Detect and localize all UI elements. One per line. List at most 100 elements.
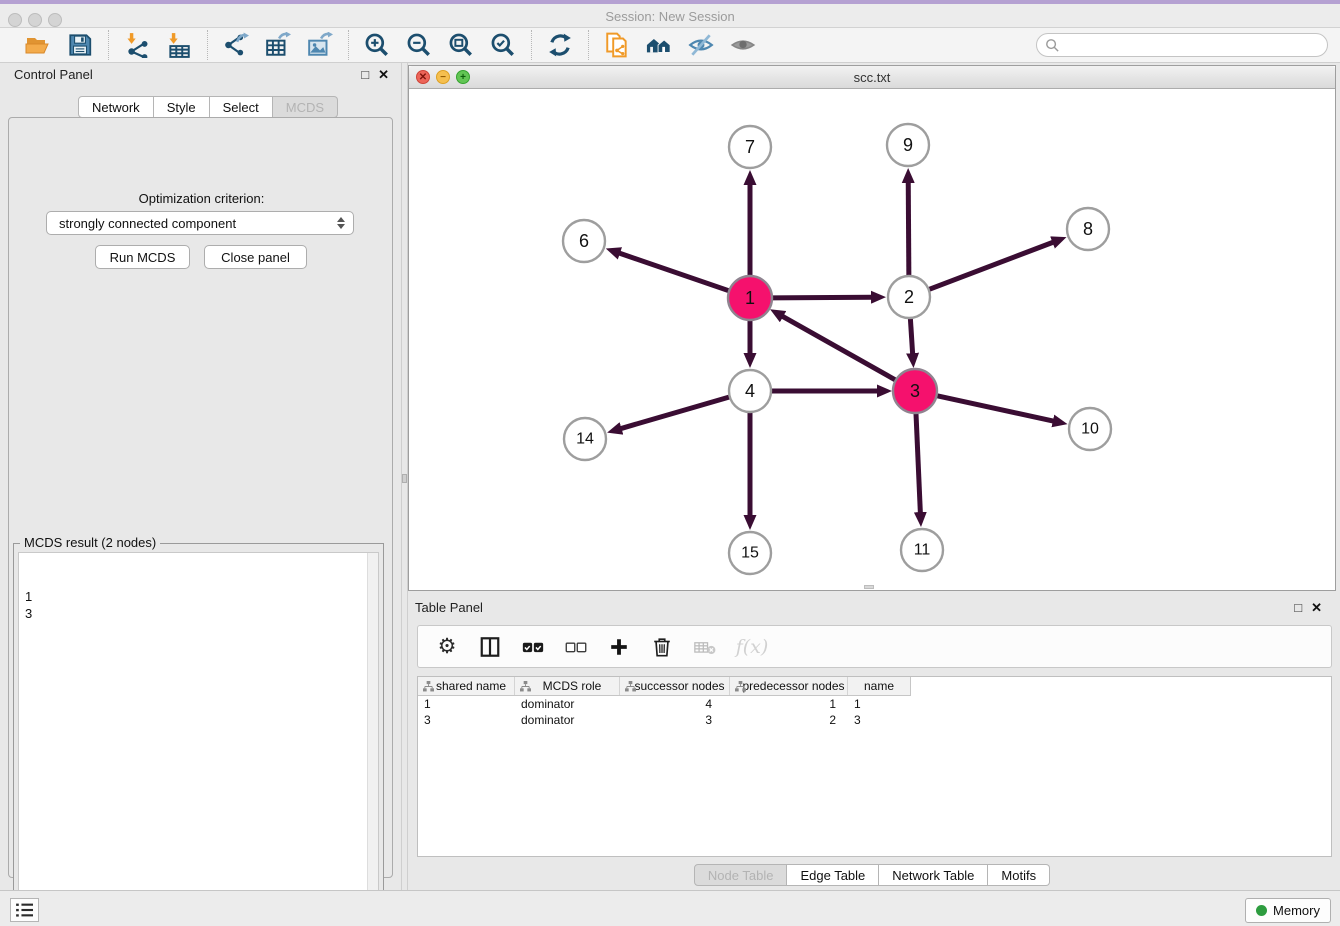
graph-node-4[interactable]: 4	[729, 370, 771, 412]
panel-splitter-handle[interactable]	[402, 474, 407, 483]
column-header-shared-name[interactable]: shared name	[418, 677, 515, 695]
table-panel-float-icon[interactable]: □	[1294, 600, 1302, 616]
control-panel-close-icon[interactable]: ✕	[378, 67, 389, 83]
svg-text:10: 10	[1081, 421, 1099, 438]
column-header-MCDS-role[interactable]: MCDS role	[515, 677, 620, 695]
tab-network[interactable]: Network	[78, 96, 154, 118]
graph-node-10[interactable]: 10	[1069, 408, 1111, 450]
cell-shared-name: 1	[418, 696, 515, 712]
tab-select[interactable]: Select	[210, 96, 273, 118]
table-toolbar: ⚙f(x)	[417, 625, 1332, 668]
graph-node-14[interactable]: 14	[564, 418, 606, 460]
tab-edge-table[interactable]: Edge Table	[787, 864, 879, 886]
edge-3-11[interactable]	[916, 412, 920, 513]
select-all-icon[interactable]	[520, 634, 546, 660]
edge-3-10[interactable]	[936, 395, 1054, 421]
zoom-in-icon[interactable]	[363, 31, 391, 59]
edge-3-1[interactable]	[782, 316, 896, 381]
export-network-icon[interactable]	[222, 31, 250, 59]
select-stepper-icon	[337, 217, 345, 229]
svg-text:14: 14	[576, 431, 594, 448]
duplicate-icon[interactable]	[603, 31, 631, 59]
zoom-selected-icon[interactable]	[489, 31, 517, 59]
columns-icon[interactable]	[477, 634, 503, 660]
export-table-icon[interactable]	[264, 31, 292, 59]
window-controls	[8, 13, 62, 27]
gear-icon[interactable]: ⚙	[434, 634, 460, 660]
tab-network-table[interactable]: Network Table	[879, 864, 988, 886]
tab-motifs[interactable]: Motifs	[988, 864, 1050, 886]
zoom-fit-icon[interactable]	[447, 31, 475, 59]
save-icon[interactable]	[66, 31, 94, 59]
delete-icon[interactable]	[649, 634, 675, 660]
show-visual-icon[interactable]	[729, 31, 757, 59]
network-graph-canvas[interactable]: 7 9 6 8 1 2 4 3 14 10 15 11	[409, 89, 1335, 587]
import-network-icon[interactable]	[123, 31, 151, 59]
graph-node-1[interactable]: 1	[728, 276, 772, 320]
svg-text:6: 6	[579, 231, 589, 251]
table-row[interactable]: 1dominator411	[418, 696, 1331, 712]
column-header-name[interactable]: name	[848, 677, 910, 695]
edge-1-6[interactable]	[619, 253, 730, 291]
column-header-predecessor-nodes[interactable]: predecessor nodes	[730, 677, 848, 695]
memory-button[interactable]: Memory	[1245, 898, 1331, 923]
graph-node-7[interactable]: 7	[729, 126, 771, 168]
tab-style[interactable]: Style	[154, 96, 210, 118]
refresh-icon[interactable]	[546, 31, 574, 59]
network-zoom-button[interactable]: +	[456, 70, 470, 84]
graph-node-3[interactable]: 3	[893, 369, 937, 413]
network-resize-handle[interactable]	[864, 585, 874, 589]
zoom-out-icon[interactable]	[405, 31, 433, 59]
control-panel-title: Control Panel	[14, 67, 93, 82]
edge-2-9[interactable]	[908, 182, 909, 276]
export-image-icon[interactable]	[306, 31, 334, 59]
table-row[interactable]: 3dominator323	[418, 712, 1331, 728]
memory-label: Memory	[1273, 903, 1320, 918]
minimize-window-button[interactable]	[28, 13, 42, 27]
hide-visual-icon[interactable]	[687, 31, 715, 59]
graph-node-9[interactable]: 9	[887, 124, 929, 166]
column-header-successor-nodes[interactable]: successor nodes	[620, 677, 730, 695]
home-icon[interactable]	[645, 31, 673, 59]
graph-node-2[interactable]: 2	[888, 276, 930, 318]
table-panel-close-icon[interactable]: ✕	[1311, 600, 1322, 616]
result-item[interactable]: 1	[25, 588, 378, 605]
cell-predecessor-nodes: 2	[730, 712, 848, 728]
deselect-all-icon[interactable]	[563, 634, 589, 660]
edge-1-2[interactable]	[771, 297, 872, 298]
tab-node-table[interactable]: Node Table	[694, 864, 788, 886]
graph-node-11[interactable]: 11	[901, 529, 943, 571]
search-box[interactable]	[1036, 33, 1328, 57]
control-panel: Control Panel □ ✕ NetworkStyleSelectMCDS…	[0, 63, 401, 890]
open-icon[interactable]	[24, 31, 52, 59]
run-mcds-button[interactable]: Run MCDS	[95, 245, 190, 269]
import-table-icon[interactable]	[165, 31, 193, 59]
graph-node-15[interactable]: 15	[729, 532, 771, 574]
mcds-result-list[interactable]: 13	[18, 552, 379, 918]
edge-2-3[interactable]	[910, 318, 912, 354]
network-minimize-button[interactable]: −	[436, 70, 450, 84]
graph-node-8[interactable]: 8	[1067, 208, 1109, 250]
close-panel-button[interactable]: Close panel	[204, 245, 307, 269]
optimization-criterion-select[interactable]: strongly connected component	[46, 211, 354, 235]
table-panel: Table Panel □ ✕ ⚙f(x) shared nameMCDS ro…	[408, 595, 1336, 890]
result-scrollbar[interactable]	[367, 553, 378, 917]
tab-mcds[interactable]: MCDS	[273, 96, 338, 118]
svg-text:9: 9	[903, 135, 913, 155]
graph-node-6[interactable]: 6	[563, 220, 605, 262]
close-window-button[interactable]	[8, 13, 22, 27]
result-item[interactable]: 3	[25, 605, 378, 622]
add-icon[interactable]	[606, 634, 632, 660]
zoom-window-button[interactable]	[48, 13, 62, 27]
cell-successor-nodes: 4	[620, 696, 730, 712]
control-panel-float-icon[interactable]: □	[361, 67, 369, 83]
memory-status-icon	[1256, 905, 1267, 916]
search-input[interactable]	[1065, 35, 1327, 55]
task-history-button[interactable]	[10, 898, 39, 922]
app-titlebar: Session: New Session	[0, 4, 1340, 28]
network-window-titlebar: scc.txt ✕ − +	[409, 66, 1335, 89]
cell-predecessor-nodes: 1	[730, 696, 848, 712]
edge-2-8[interactable]	[929, 242, 1054, 289]
network-close-button[interactable]: ✕	[416, 70, 430, 84]
edge-4-14[interactable]	[621, 397, 730, 429]
